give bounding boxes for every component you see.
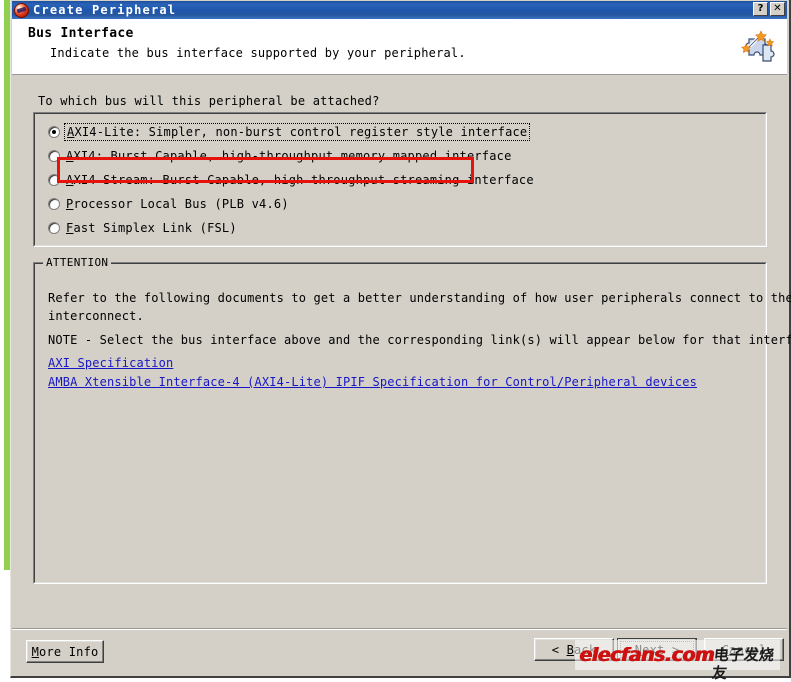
xilinx-logo-icon	[14, 2, 29, 18]
radio-option-label: AXI4-Lite: Simpler, non-burst control re…	[63, 123, 531, 141]
radio-indicator[interactable]	[48, 198, 60, 210]
radio-indicator[interactable]	[48, 150, 60, 162]
window-titlebar[interactable]: Create Peripheral ? ✕	[12, 1, 787, 19]
radio-indicator[interactable]	[48, 222, 60, 234]
radio-label-rest: XI4: Burst Capable, high-throughput memo…	[73, 149, 512, 163]
radio-label-rest: ast Simplex Link (FSL)	[73, 221, 237, 235]
more-info-accel: M	[31, 644, 40, 659]
wizard-header: Bus Interface Indicate the bus interface…	[12, 19, 787, 75]
next-label: Next >	[635, 643, 680, 657]
dialog-footer: More Info < Back Next > Cancel	[12, 628, 787, 675]
back-button[interactable]: < Back	[534, 638, 614, 661]
bus-question-label: To which bus will this peripheral be att…	[38, 94, 380, 108]
radio-indicator[interactable]	[48, 174, 60, 186]
radio-option-label: AXI4-Stream: Burst Capable, high-through…	[66, 173, 534, 187]
radio-indicator[interactable]	[48, 126, 60, 138]
radio-option-fsl[interactable]: Fast Simplex Link (FSL)	[48, 219, 237, 237]
radio-option-label: Fast Simplex Link (FSL)	[66, 221, 237, 235]
next-accel: N	[634, 642, 643, 657]
back-accel: B	[566, 642, 574, 657]
radio-label-rest: XI4-Stream: Burst Capable, high-throughp…	[73, 173, 534, 187]
cancel-button[interactable]: Cancel	[704, 638, 784, 661]
attention-line-1: Refer to the following documents to get …	[48, 291, 791, 305]
dialog-body: To which bus will this peripheral be att…	[12, 76, 791, 629]
cancel-label: Cancel	[722, 643, 767, 657]
back-label: < Back	[552, 643, 597, 657]
back-prefix: <	[551, 642, 567, 657]
bus-interface-group: AXI4-Lite: Simpler, non-burst control re…	[33, 112, 767, 247]
desktop-backdrop: Create Peripheral ? ✕ Bus Interface Indi…	[0, 0, 791, 682]
cancel-rest: ancel	[729, 642, 767, 657]
close-icon[interactable]: ✕	[770, 2, 785, 16]
radio-option-axi4-stream[interactable]: AXI4-Stream: Burst Capable, high-through…	[48, 171, 534, 189]
radio-label-rest: XI4-Lite: Simpler, non-burst control reg…	[74, 125, 528, 139]
create-peripheral-dialog: Create Peripheral ? ✕ Bus Interface Indi…	[10, 0, 791, 678]
radio-option-axi4-lite[interactable]: AXI4-Lite: Simpler, non-burst control re…	[48, 123, 531, 141]
link-amba-ipif-specification[interactable]: AMBA Xtensible Interface-4 (AXI4-Lite) I…	[48, 375, 697, 389]
attention-line-3: NOTE - Select the bus interface above an…	[48, 333, 791, 347]
attention-legend: ATTENTION	[43, 256, 112, 269]
next-button[interactable]: Next >	[617, 638, 697, 661]
radio-label-rest: rocessor Local Bus (PLB v4.6)	[73, 197, 289, 211]
window-controls: ? ✕	[753, 2, 785, 16]
radio-option-plb[interactable]: Processor Local Bus (PLB v4.6)	[48, 195, 289, 213]
window-title: Create Peripheral	[33, 3, 177, 17]
attention-groupbox: ATTENTION Refer to the following documen…	[33, 256, 791, 584]
page-title: Bus Interface	[28, 26, 134, 41]
radio-option-label: AXI4: Burst Capable, high-throughput mem…	[66, 149, 512, 163]
radio-option-label: Processor Local Bus (PLB v4.6)	[66, 197, 289, 211]
back-rest: ack	[574, 642, 597, 657]
more-info-rest: ore Info	[39, 644, 99, 659]
radio-option-axi4[interactable]: AXI4: Burst Capable, high-throughput mem…	[48, 147, 512, 165]
more-info-label: More Info	[32, 645, 99, 659]
page-subtitle: Indicate the bus interface supported by …	[50, 46, 466, 60]
more-info-button[interactable]: More Info	[26, 640, 104, 663]
puzzle-wand-icon	[741, 30, 775, 62]
attention-line-2: interconnect.	[48, 309, 144, 323]
next-rest: ext >	[642, 642, 680, 657]
help-button[interactable]: ?	[753, 2, 768, 16]
link-axi-specification[interactable]: AXI Specification	[48, 356, 173, 370]
